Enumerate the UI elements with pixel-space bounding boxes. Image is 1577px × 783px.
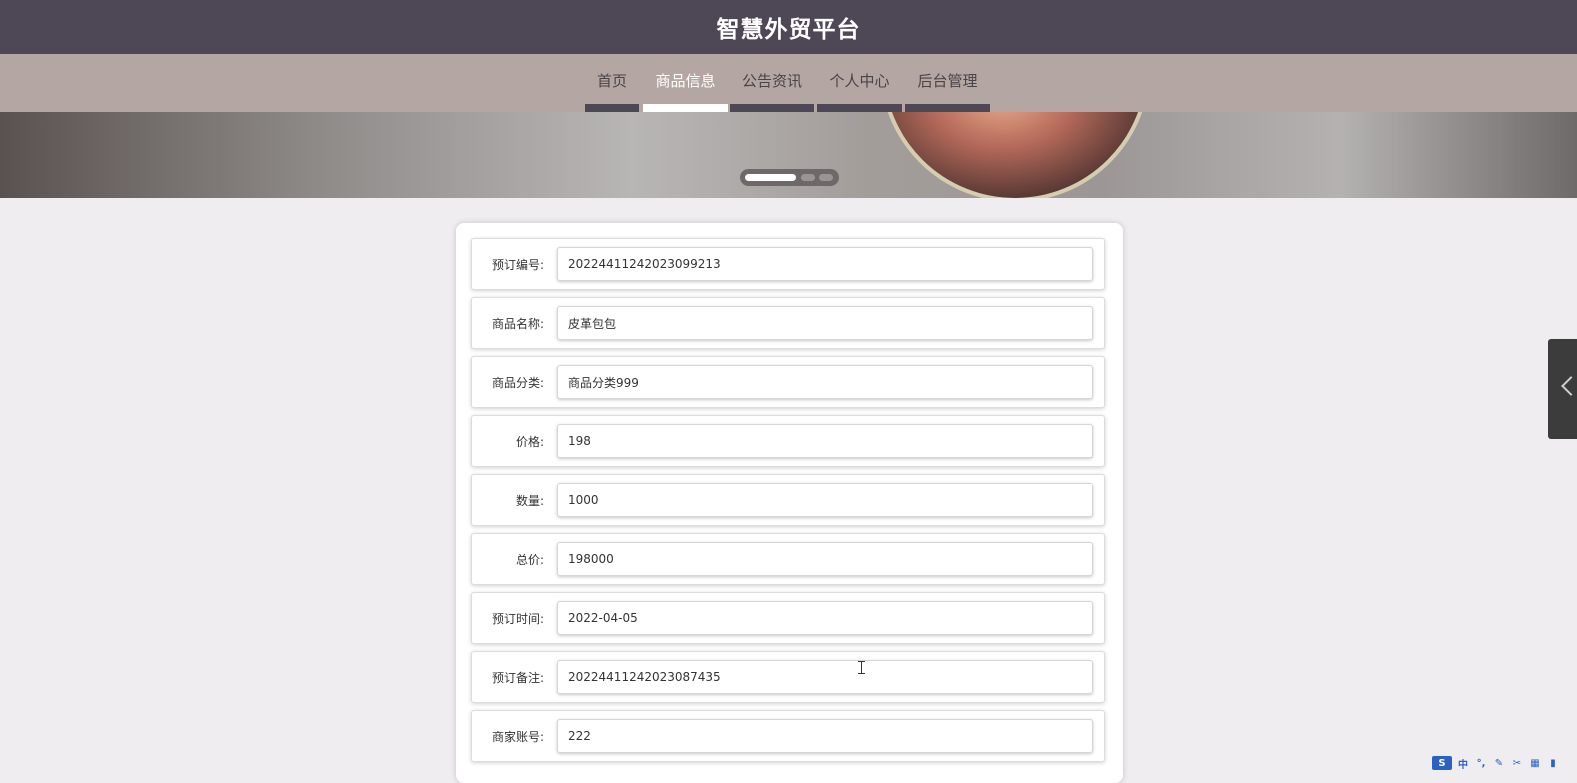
form-row-product-category: 商品分类:: [471, 356, 1105, 408]
site-header: 智慧外贸平台: [0, 0, 1577, 54]
nav-home-label: 首页: [596, 71, 627, 90]
form-row-quantity: 数量:: [471, 474, 1105, 526]
skin-icon[interactable]: ▮: [1546, 756, 1560, 770]
nav-admin-underline: [905, 104, 990, 112]
form-row-order-date: 预订时间:: [471, 592, 1105, 644]
nav-announcements-label: 公告资讯: [741, 71, 802, 90]
order-date-field[interactable]: [557, 601, 1093, 635]
text-cursor-icon: [858, 661, 865, 674]
ime-toolbar: S 中 °, ✎ ✂ ▦ ▮: [1432, 755, 1577, 771]
tools-icon[interactable]: ✂: [1510, 756, 1524, 770]
nav-profile-label: 个人中心: [829, 71, 890, 90]
price-label: 价格:: [515, 434, 544, 449]
nav-profile[interactable]: 个人中心: [817, 54, 902, 112]
nav-products[interactable]: 商品信息: [643, 54, 728, 112]
order-detail-card: 预订编号: 商品名称: 商品分类: 价格: 数量: 总价: 预订时间: 预订备注…: [456, 223, 1123, 783]
quantity-field[interactable]: [557, 483, 1093, 517]
order-number-field[interactable]: [557, 247, 1093, 281]
total-price-field[interactable]: [557, 542, 1093, 576]
merchant-account-label: 商家账号:: [491, 729, 544, 744]
nav-profile-underline: [817, 104, 902, 112]
carousel-dot-3[interactable]: [819, 174, 833, 181]
order-remark-field[interactable]: [557, 660, 1093, 694]
form-row-price: 价格:: [471, 415, 1105, 467]
product-name-field[interactable]: [557, 306, 1093, 340]
punctuation-icon[interactable]: °,: [1474, 756, 1488, 770]
nav-products-underline: [643, 104, 728, 112]
product-category-field[interactable]: [557, 365, 1093, 399]
nav-announcements[interactable]: 公告资讯: [730, 54, 814, 112]
nav-admin-label: 后台管理: [917, 71, 978, 90]
form-row-merchant-account: 商家账号:: [471, 710, 1105, 762]
carousel-dot-1[interactable]: [745, 174, 796, 181]
nav-home[interactable]: 首页: [585, 54, 639, 112]
price-field[interactable]: [557, 424, 1093, 458]
carousel-image: [880, 112, 1150, 198]
nav-home-underline: [585, 104, 639, 112]
order-number-label: 预订编号:: [491, 257, 544, 272]
order-remark-label: 预订备注:: [491, 670, 544, 685]
nav-announcements-underline: [730, 104, 814, 112]
form-row-order-remark: 预订备注:: [471, 651, 1105, 703]
main-nav: 首页 商品信息 公告资讯 个人中心 后台管理: [0, 54, 1577, 112]
carousel-dot-2[interactable]: [801, 174, 815, 181]
handwriting-icon[interactable]: ✎: [1492, 756, 1506, 770]
form-row-product-name: 商品名称:: [471, 297, 1105, 349]
hero-carousel: [0, 112, 1577, 198]
keyboard-icon[interactable]: ▦: [1528, 756, 1542, 770]
chevron-left-icon: [1561, 376, 1577, 396]
nav-admin[interactable]: 后台管理: [905, 54, 990, 112]
form-row-order-number: 预订编号:: [471, 238, 1105, 290]
quantity-label: 数量:: [515, 493, 544, 508]
product-name-label: 商品名称:: [491, 316, 544, 331]
merchant-account-field[interactable]: [557, 719, 1093, 753]
carousel-indicators: [740, 169, 839, 186]
order-date-label: 预订时间:: [491, 611, 544, 626]
chinese-mode-icon[interactable]: 中: [1456, 756, 1470, 771]
site-title: 智慧外贸平台: [716, 17, 861, 43]
product-category-label: 商品分类:: [491, 375, 544, 390]
nav-products-label: 商品信息: [655, 71, 716, 90]
ime-logo-icon[interactable]: S: [1432, 756, 1452, 770]
side-panel-toggle[interactable]: [1548, 339, 1577, 439]
total-price-label: 总价:: [515, 552, 544, 567]
form-row-total-price: 总价:: [471, 533, 1105, 585]
